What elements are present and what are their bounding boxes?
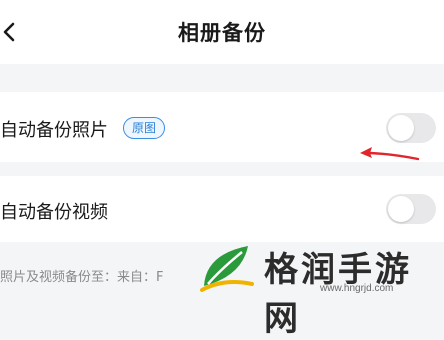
header-bar: 相册备份 — [0, 0, 444, 64]
red-arrow-annotation — [360, 147, 420, 161]
page-title: 相册备份 — [178, 21, 266, 45]
toggle-knob — [388, 196, 414, 222]
leaf-logo-icon — [200, 246, 254, 292]
setting-row-auto-backup-videos: 自动备份视频 — [0, 176, 444, 242]
toggle-knob — [388, 115, 414, 141]
watermark-url: www.hngrjd.com — [320, 283, 394, 294]
setting-label-videos: 自动备份视频 — [0, 202, 108, 223]
setting-label-photos: 自动备份照片 — [0, 120, 108, 141]
toggle-auto-backup-photos[interactable] — [386, 113, 436, 143]
watermark: 格润手游网 www.hngrjd.com — [196, 236, 444, 339]
toggle-auto-backup-videos[interactable] — [386, 194, 436, 224]
backup-destination-text: 照片及视频备份至：来自：F — [0, 270, 164, 285]
original-quality-badge[interactable]: 原图 — [123, 117, 166, 139]
